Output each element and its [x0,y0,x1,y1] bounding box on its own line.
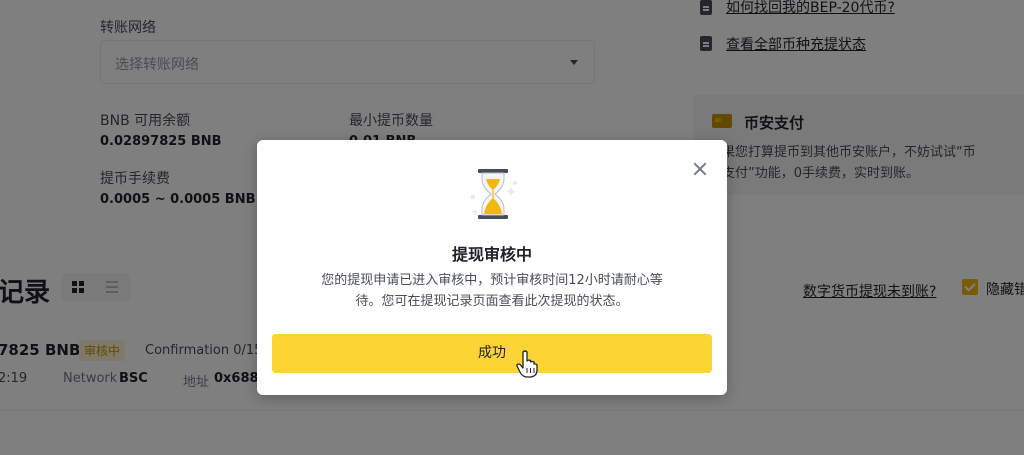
close-icon[interactable] [693,162,707,176]
modal-title: 提现审核中 [451,245,532,264]
success-button[interactable]: 成功 [272,334,712,373]
modal-message: 您的提现申请已进入审核中，预计审核时间12小时请耐心等待。您可在提现记录页面查看… [321,273,663,309]
withdraw-review-modal: 提现审核中 您的提现申请已进入审核中，预计审核时间12小时请耐心等待。您可在提现… [257,140,727,395]
hand-pointer-cursor-icon [516,350,538,378]
hourglass-icon [470,169,517,219]
